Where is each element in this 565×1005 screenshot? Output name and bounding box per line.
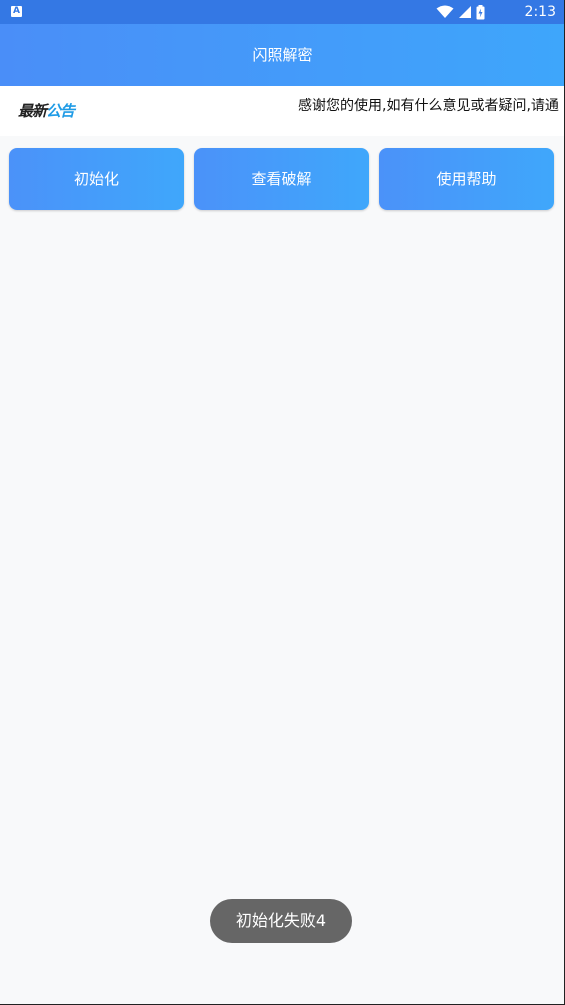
status-bar: A 2:13 [0, 0, 565, 24]
battery-charging-icon [476, 4, 485, 19]
notice-logo: 最新公告 [18, 100, 75, 121]
toast-message: 初始化失败4 [210, 899, 352, 943]
notice-logo-part2: 公告 [46, 102, 75, 120]
notice-logo-part1: 最新 [18, 102, 47, 120]
signal-icon [459, 6, 471, 18]
notice-bar: 最新公告 感谢您的使用,如有什么意见或者疑问,请通 [0, 86, 565, 136]
app-bar: 闪照解密 [0, 24, 565, 86]
wifi-icon [436, 5, 454, 18]
status-icons [436, 4, 485, 20]
notice-marquee-text: 感谢您的使用,如有什么意见或者疑问,请通 [298, 98, 559, 114]
view-crack-button[interactable]: 查看破解 [194, 148, 369, 210]
help-button[interactable]: 使用帮助 [379, 148, 554, 210]
app-notification-icon: A [11, 6, 22, 17]
page-title: 闪照解密 [252, 46, 313, 64]
status-time: 2:13 [524, 4, 556, 20]
init-button[interactable]: 初始化 [9, 148, 184, 210]
